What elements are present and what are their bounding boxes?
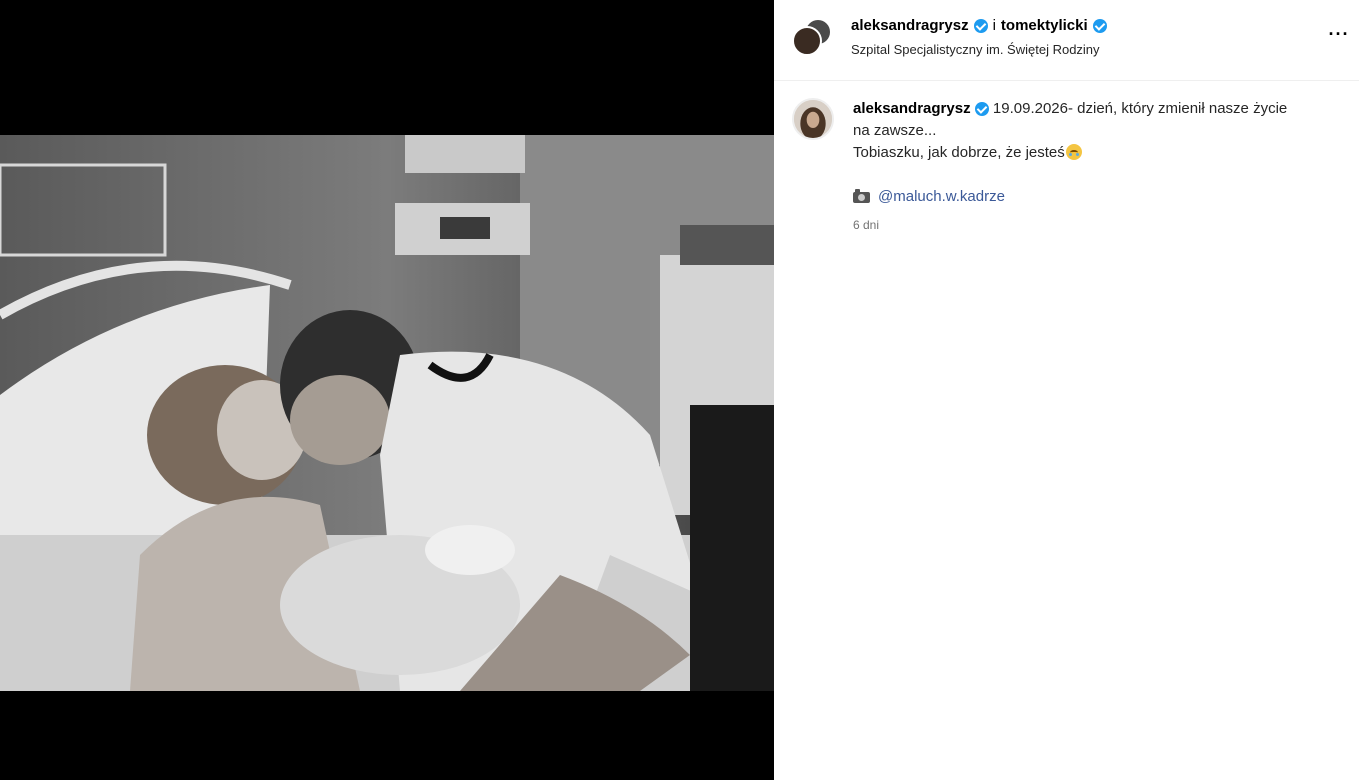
author-conjunction: i [992,17,996,34]
post-photo[interactable] [0,135,774,691]
verified-badge-icon [974,102,989,117]
post-authors: aleksandragrysz i tomektylicki [851,17,1107,34]
avatar[interactable] [792,26,822,56]
face-holding-back-tears-icon [1065,144,1082,160]
location-link[interactable]: Szpital Specjalistyczny im. Świętej Rodz… [851,42,1100,57]
camera-icon [853,188,870,203]
verified-badge-icon [1092,18,1107,33]
author-username[interactable]: aleksandragrysz [851,17,969,34]
coauthor-username[interactable]: tomektylicki [1001,17,1088,34]
caption-line-2: na zawsze... [853,122,937,139]
collab-avatars[interactable] [792,18,832,60]
caption-line-3: Tobiaszku, jak dobrze, że jesteś [853,144,1065,161]
caption-username[interactable]: aleksandragrysz [853,100,971,117]
post-info-pane: aleksandragrysz i tomektylicki Szpital S… [774,0,1359,780]
mention-link[interactable]: @maluch.w.kadrze [878,186,1005,208]
caption-text: aleksandragrysz 19.09.2026- dzień, który… [853,98,1333,236]
photo-credit: @maluch.w.kadrze [853,186,1333,208]
caption: aleksandragrysz 19.09.2026- dzień, który… [774,81,1359,236]
post-timestamp[interactable]: 6 dni [853,214,1333,236]
verified-badge-icon [973,18,988,33]
more-options-button[interactable]: ··· [1325,24,1353,52]
caption-line-1: 19.09.2026- dzień, który zmienił nasze ż… [992,100,1288,117]
post-header: aleksandragrysz i tomektylicki Szpital S… [774,0,1359,81]
photo-illustration [0,135,774,691]
media-pane [0,0,774,780]
avatar[interactable] [792,98,834,140]
